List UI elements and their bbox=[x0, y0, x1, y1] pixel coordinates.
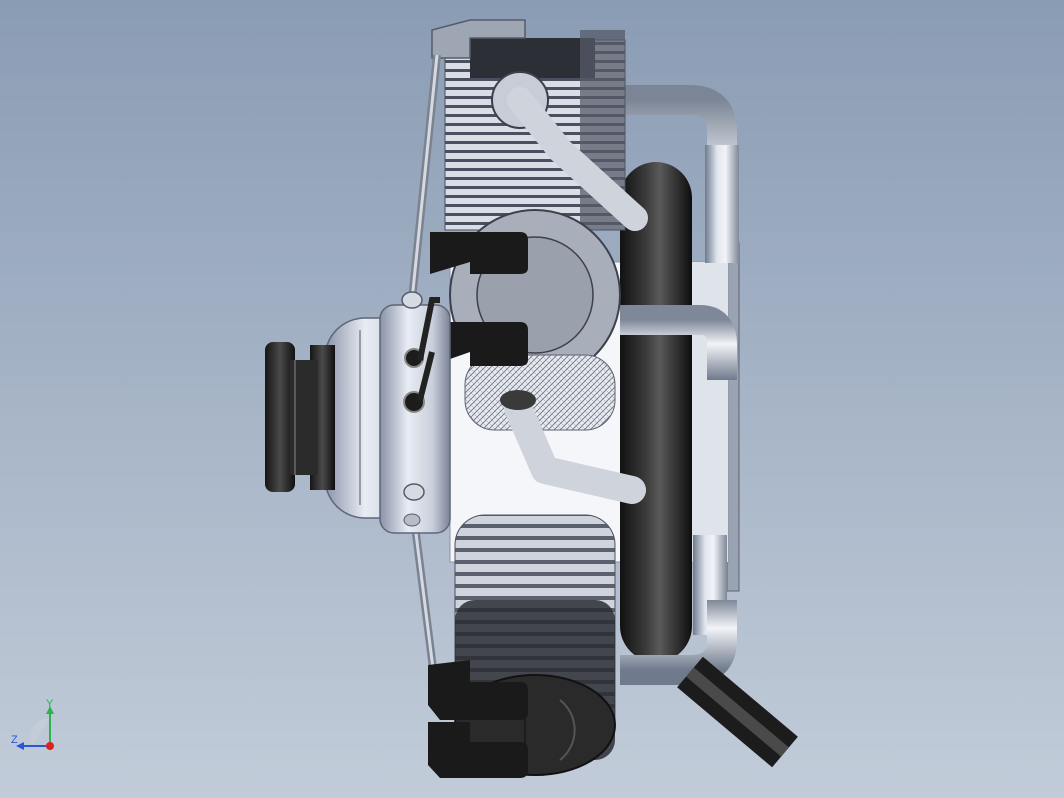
rocker-bracket-upper bbox=[430, 232, 528, 274]
rear-mount-plate bbox=[726, 242, 740, 592]
triad-y-label: Y bbox=[46, 698, 54, 710]
push-rod-pivot-1 bbox=[401, 291, 423, 309]
engine-model[interactable] bbox=[0, 0, 1064, 798]
triad-z-label: Z bbox=[11, 734, 18, 746]
graphics-viewport[interactable]: Y Z bbox=[0, 0, 1064, 798]
intake-manifold bbox=[620, 162, 692, 662]
middle-cylinder-knurl bbox=[464, 354, 616, 431]
triad-x-axis bbox=[46, 742, 54, 750]
view-orientation-triad[interactable]: Y Z bbox=[8, 698, 68, 760]
push-rod-pivot-4 bbox=[403, 483, 425, 501]
